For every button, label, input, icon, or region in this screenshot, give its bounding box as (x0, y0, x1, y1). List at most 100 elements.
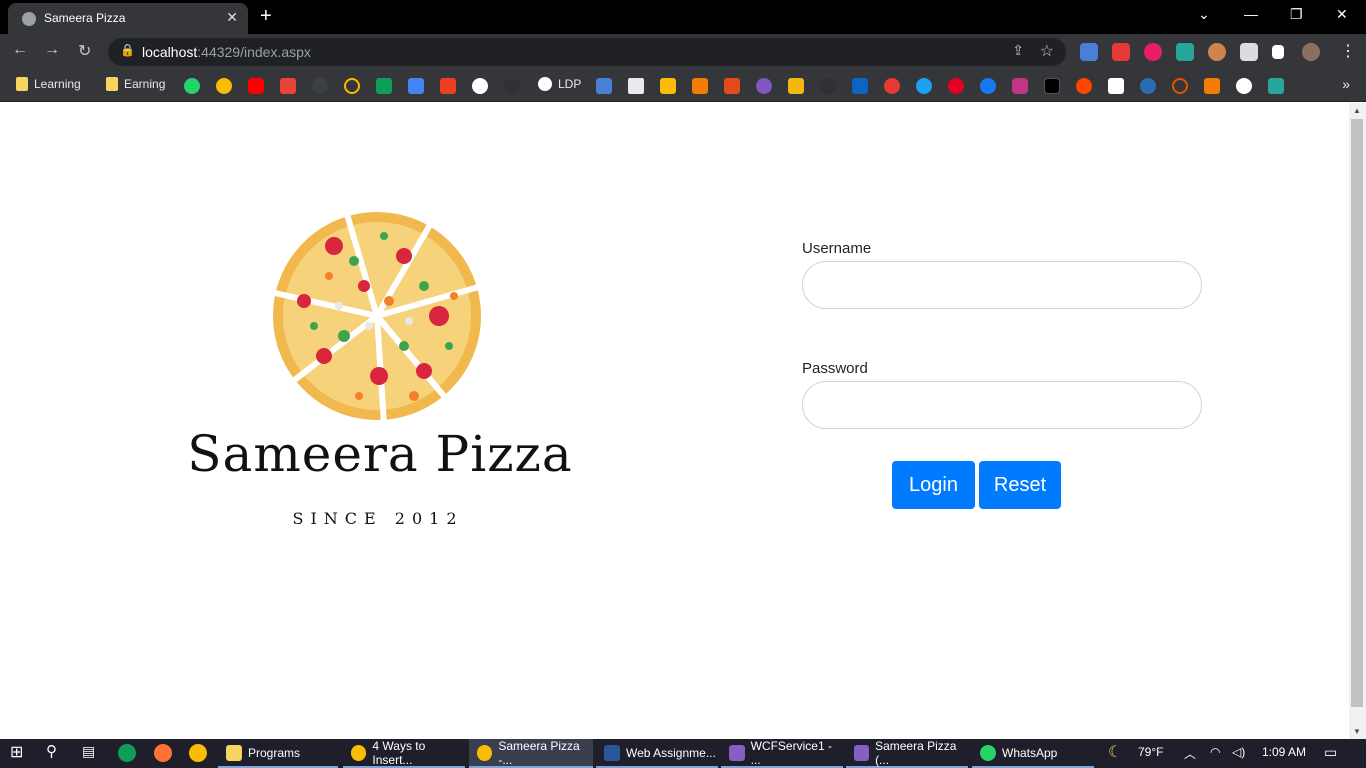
whatsapp-icon[interactable] (184, 78, 200, 94)
chrome-icon (351, 744, 367, 761)
pinterest-icon[interactable] (948, 78, 964, 94)
translate-icon[interactable] (596, 78, 612, 94)
share-icon[interactable]: ⇪ (1012, 42, 1024, 59)
password-label: Password (802, 360, 868, 377)
profile-avatar[interactable] (1302, 43, 1320, 61)
tab-search-icon[interactable]: ⌄ (1198, 6, 1210, 23)
in-icon[interactable] (1204, 78, 1220, 94)
sheets-icon[interactable] (376, 78, 392, 94)
slides-icon[interactable] (408, 78, 424, 94)
forward-icon[interactable]: → (44, 41, 60, 59)
volume-icon[interactable]: ◁) (1232, 745, 1245, 759)
medium-icon[interactable] (1108, 78, 1124, 94)
s-icon[interactable] (504, 78, 520, 94)
pocket-icon[interactable] (440, 78, 456, 94)
youtube-icon[interactable] (248, 78, 264, 94)
chrome-icon[interactable] (189, 744, 207, 762)
folder-icon (226, 744, 242, 761)
globe-icon[interactable] (1236, 78, 1252, 94)
b-icon[interactable] (1172, 78, 1188, 94)
bookmark-ldp[interactable]: LDP (538, 77, 581, 91)
task-view-icon[interactable]: ▤ (82, 743, 100, 761)
taskbar-item-chrome-2[interactable]: Sameera Pizza -... (469, 739, 593, 768)
moon-weather-icon[interactable]: ☾ (1108, 742, 1122, 762)
tab-sameera-pizza[interactable]: Sameera Pizza ✕ (8, 3, 248, 34)
document-icon[interactable] (628, 78, 644, 94)
wifi-icon[interactable]: ◠ (1210, 745, 1220, 759)
rocket-extension-icon[interactable] (1176, 43, 1194, 61)
browser-toolbar: ← → ↻ 🔒 localhost:44329/index.aspx ⇪ ☆ ⋮ (0, 34, 1366, 70)
pizza-logo (265, 210, 490, 424)
password-input[interactable] (802, 381, 1202, 429)
chevron-up-icon[interactable]: ︿ (1184, 745, 1196, 762)
bookmark-star-icon[interactable]: ☆ (1040, 41, 1054, 61)
taskbar-item-programs[interactable]: Programs (218, 739, 338, 768)
restore-icon[interactable]: ❐ (1290, 6, 1303, 23)
g-icon[interactable] (660, 78, 676, 94)
search-icon[interactable]: ⚲ (46, 742, 64, 760)
twitter-icon[interactable] (916, 78, 932, 94)
address-bar[interactable]: 🔒 localhost:44329/index.aspx ⇪ ☆ (108, 38, 1066, 66)
username-input[interactable] (802, 261, 1202, 309)
windows-taskbar: ⊞ ⚲ ▤ Programs 4 Ways to Insert... Samee… (0, 739, 1366, 768)
scroll-up-icon[interactable]: ▲ (1353, 106, 1361, 115)
cookie-extension-icon[interactable] (1208, 43, 1226, 61)
taskbar-item-vs-1[interactable]: WCFService1 - ... (721, 739, 843, 768)
brand-name: Sameera Pizza (187, 425, 573, 483)
bookmark-icon[interactable] (312, 78, 328, 94)
x-icon[interactable] (724, 78, 740, 94)
taskbar-item-chrome-1[interactable]: 4 Ways to Insert... (343, 739, 465, 768)
tab-title: Sameera Pizza (44, 11, 126, 25)
side-panel-icon[interactable] (1272, 45, 1284, 59)
circle-icon[interactable] (344, 78, 360, 94)
more-bookmarks-icon[interactable]: » (1342, 76, 1350, 92)
login-button[interactable]: Login (892, 461, 975, 509)
windows-start-icon[interactable]: ⊞ (10, 742, 28, 761)
minimize-icon[interactable]: — (1244, 6, 1258, 22)
vr-icon[interactable] (1268, 78, 1284, 94)
facebook-icon[interactable] (980, 78, 996, 94)
new-tab-icon[interactable]: + (260, 5, 272, 28)
bookmark-earning[interactable]: Earning (106, 77, 165, 91)
folder-icon (16, 77, 28, 91)
clock-time[interactable]: 1:09 AM (1262, 745, 1306, 759)
reload-icon[interactable]: ↻ (78, 41, 91, 61)
globe-icon (22, 12, 36, 26)
target-extension-icon[interactable] (1144, 43, 1162, 61)
lock-icon: 🔒 (120, 43, 135, 57)
grid-icon[interactable] (692, 78, 708, 94)
moon-icon[interactable] (472, 78, 488, 94)
window-close-icon[interactable]: ✕ (1336, 6, 1348, 23)
drive-icon[interactable] (216, 78, 232, 94)
c-icon[interactable] (1140, 78, 1156, 94)
taskbar-item-word[interactable]: Web Assignme... (596, 739, 718, 768)
translate-extension-icon[interactable] (1080, 43, 1098, 61)
notifications-icon[interactable]: ▭ (1324, 744, 1337, 761)
page-content: Sameera Pizza SINCE 2012 Username Passwo… (0, 103, 1349, 739)
scroll-down-icon[interactable]: ▼ (1353, 727, 1361, 736)
weather-temperature[interactable]: 79°F (1138, 745, 1163, 759)
video-extension-icon[interactable] (1112, 43, 1130, 61)
scrollbar-thumb[interactable] (1351, 119, 1363, 707)
tiktok-icon[interactable] (1044, 78, 1060, 94)
page-scrollbar[interactable]: ▲ ▼ (1349, 103, 1366, 739)
back-icon[interactable]: ← (12, 41, 28, 59)
edge-icon[interactable] (118, 744, 136, 762)
bars-icon[interactable] (820, 78, 836, 94)
taskbar-item-vs-2[interactable]: Sameera Pizza (... (846, 739, 968, 768)
refresh-icon[interactable] (884, 78, 900, 94)
reddit-icon[interactable] (1076, 78, 1092, 94)
instagram-icon[interactable] (1012, 78, 1028, 94)
gmail-icon[interactable] (280, 78, 296, 94)
menu-icon[interactable]: ⋮ (1340, 41, 1356, 61)
whatsapp-icon (980, 744, 996, 761)
firefox-icon[interactable] (154, 744, 172, 762)
binance-icon[interactable] (788, 78, 804, 94)
tab-close-icon[interactable]: ✕ (226, 9, 238, 26)
bookmark-learning[interactable]: Learning (16, 77, 81, 91)
taskbar-item-whatsapp[interactable]: WhatsApp (972, 739, 1094, 768)
reset-button[interactable]: Reset (979, 461, 1061, 509)
puzzle-icon[interactable] (1240, 43, 1258, 61)
linkedin-icon[interactable] (852, 78, 868, 94)
shield-icon[interactable] (756, 78, 772, 94)
